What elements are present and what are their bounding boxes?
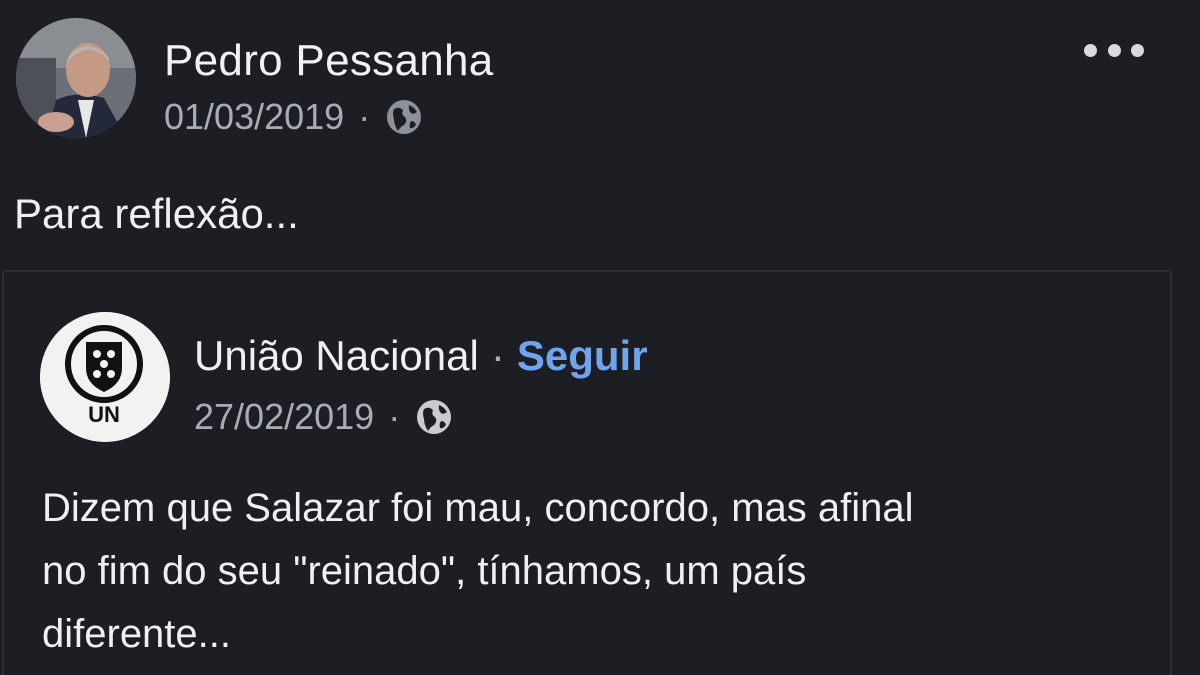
- shared-post-meta: 27/02/2019 ·: [194, 396, 454, 438]
- more-options-icon[interactable]: [1084, 38, 1144, 62]
- meta-separator: ·: [358, 96, 371, 137]
- page-name-row: União Nacional · Seguir: [194, 332, 648, 380]
- shared-post-text: Dizem que Salazar foi mau, concordo, mas…: [42, 477, 1142, 666]
- author-name[interactable]: Pedro Pessanha: [164, 36, 494, 86]
- page-name[interactable]: União Nacional: [194, 332, 479, 380]
- author-avatar[interactable]: [16, 18, 136, 138]
- shared-post[interactable]: UN União Nacional · Seguir 27/02/2019 · …: [2, 270, 1172, 675]
- shared-text-line: no fim do seu "reinado", tínhamos, um pa…: [42, 549, 807, 593]
- globe-icon: [414, 397, 454, 437]
- shared-text-line: diferente...: [42, 612, 232, 656]
- shared-meta-separator: ·: [388, 396, 401, 437]
- author-photo: [16, 18, 136, 138]
- logo-text: UN: [88, 402, 120, 427]
- shared-post-date[interactable]: 27/02/2019: [194, 396, 374, 438]
- shared-text-line: Dizem que Salazar foi mau, concordo, mas…: [42, 486, 914, 530]
- globe-icon: [384, 97, 424, 137]
- post-text: Para reflexão...: [14, 190, 299, 237]
- post-meta: 01/03/2019 ·: [164, 96, 424, 138]
- follow-button[interactable]: Seguir: [517, 332, 648, 380]
- shield-logo-icon: UN: [40, 312, 170, 442]
- page-logo[interactable]: UN: [40, 312, 170, 442]
- name-separator: ·: [490, 332, 505, 379]
- post-date[interactable]: 01/03/2019: [164, 96, 344, 138]
- facebook-post: Pedro Pessanha 01/03/2019 · Para reflexã…: [0, 0, 1200, 675]
